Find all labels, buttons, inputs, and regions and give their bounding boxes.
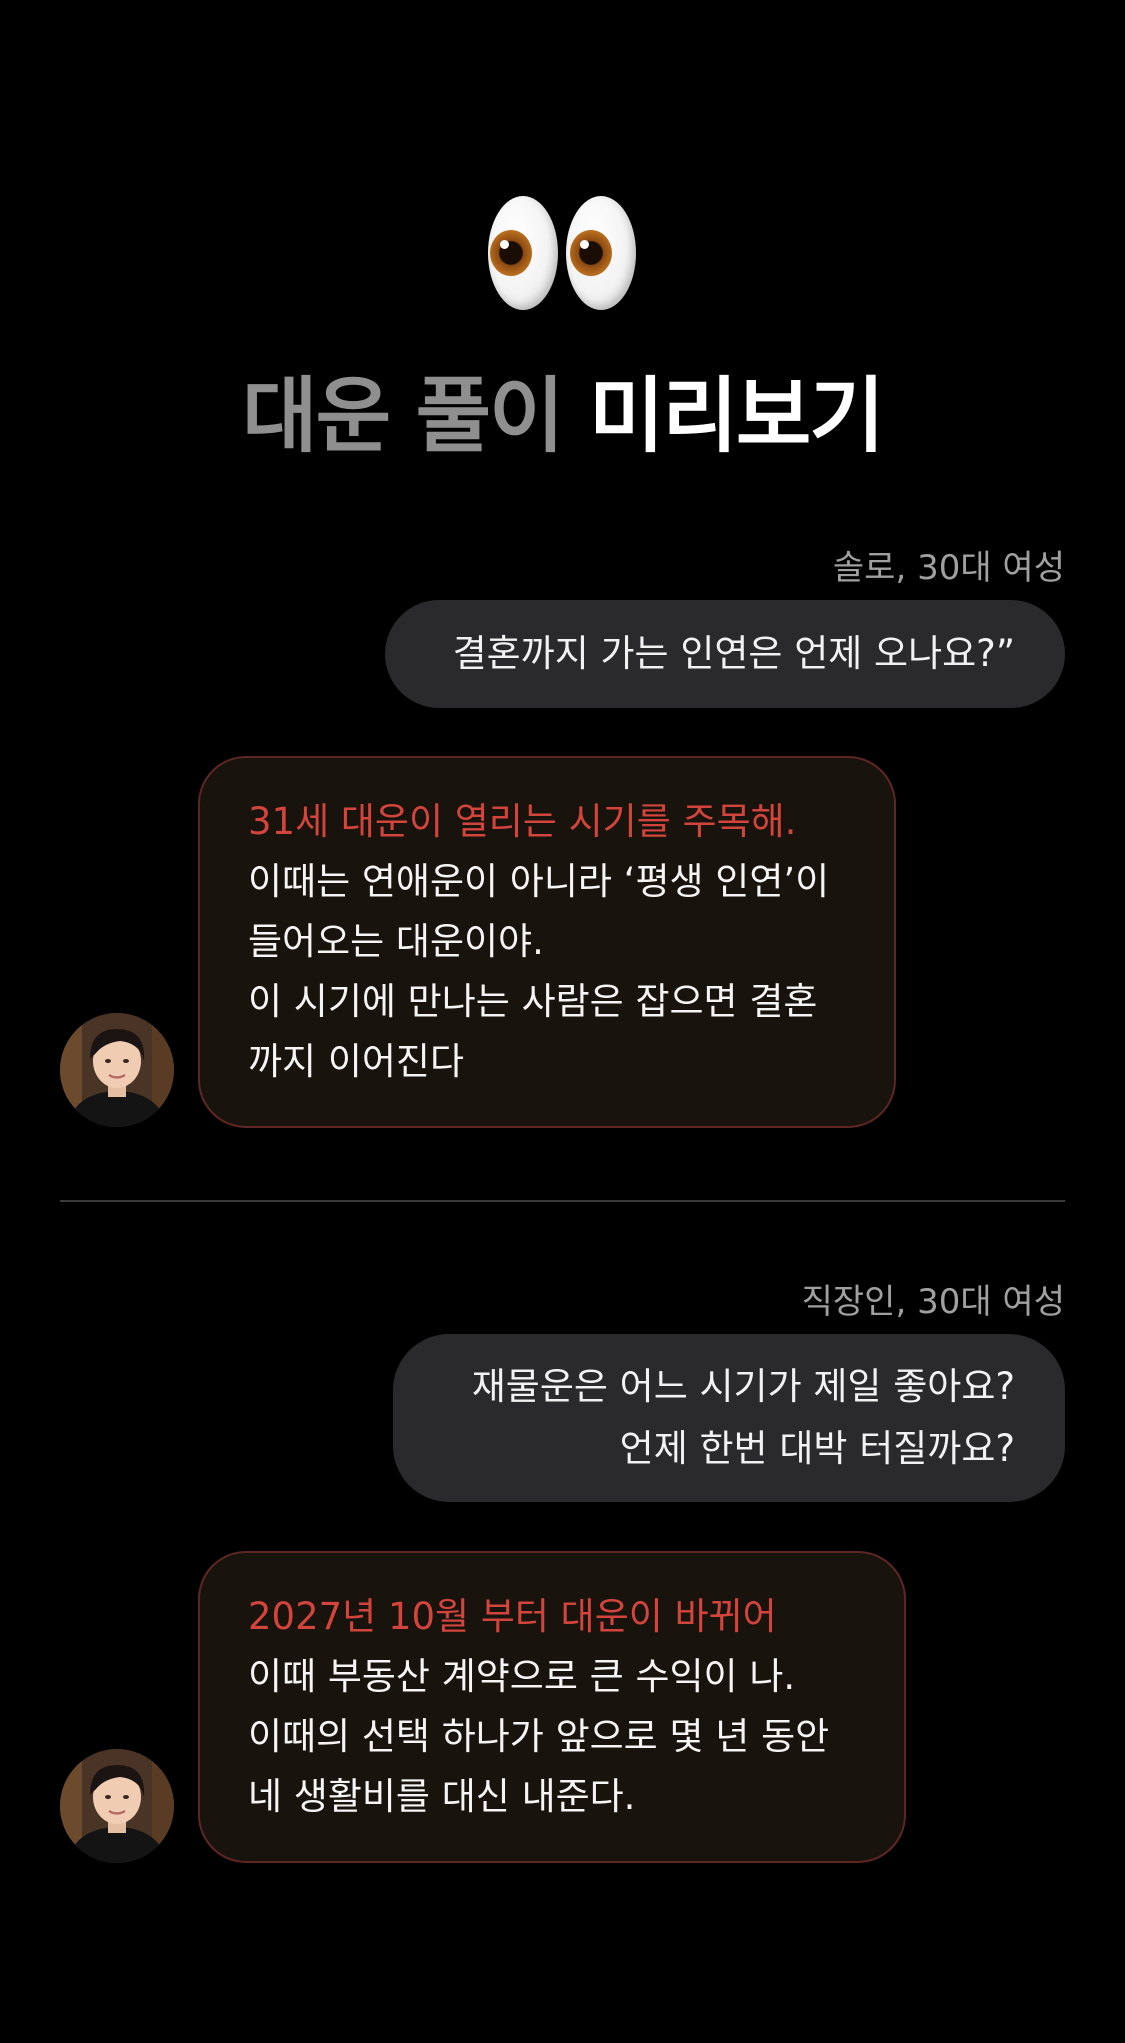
eyes-emoji-icon: [488, 196, 638, 312]
avatar-portrait-icon: [60, 1013, 174, 1127]
question-line: 언제 한번 대박 터질까요?: [619, 1427, 1015, 1470]
question-bubble: 재물운은 어느 시기가 제일 좋아요? 언제 한번 대박 터질까요?: [393, 1334, 1065, 1502]
answer-bubble: 2027년 10월 부터 대운이 바뀌어 이때 부동산 계약으로 큰 수익이 나…: [198, 1551, 906, 1863]
user-tag: 솔로, 30대 여성: [832, 548, 1065, 588]
page-title: 대운 풀이 미리보기: [0, 362, 1125, 472]
answer-line: 이 시기에 만나는 사람은 잡으면 결혼: [248, 980, 818, 1023]
answer-line: 까지 이어진다: [248, 1040, 465, 1083]
right-eye-icon: [566, 196, 636, 310]
answer-highlight: 31세 대운이 열리는 시기를 주목해.: [248, 800, 797, 843]
user-tag: 직장인, 30대 여성: [801, 1282, 1065, 1322]
section-divider: [60, 1200, 1065, 1202]
left-eye-icon: [488, 196, 558, 310]
avatar-portrait-icon: [60, 1749, 174, 1863]
answer-bubble: 31세 대운이 열리는 시기를 주목해. 이때는 연애운이 아니라 ‘평생 인연…: [198, 756, 896, 1128]
question-bubble: 결혼까지 가는 인연은 언제 오나요?”: [385, 600, 1065, 708]
question-line: 결혼까지 가는 인연은 언제 오나요?”: [452, 632, 1015, 675]
answer-line: 이때 부동산 계약으로 큰 수익이 나.: [248, 1655, 796, 1698]
avatar: [60, 1749, 174, 1863]
answer-line: 네 생활비를 대신 내준다.: [248, 1775, 636, 1818]
avatar: [60, 1013, 174, 1127]
answer-highlight: 2027년 10월 부터 대운이 바뀌어: [248, 1595, 777, 1638]
title-bright-part: 미리보기: [589, 369, 885, 464]
answer-line: 들어오는 대운이야.: [248, 920, 544, 963]
answer-line: 이때의 선택 하나가 앞으로 몇 년 동안: [248, 1715, 830, 1758]
question-line: 재물운은 어느 시기가 제일 좋아요?: [471, 1365, 1015, 1408]
title-muted-part: 대운 풀이: [242, 369, 564, 464]
answer-line: 이때는 연애운이 아니라 ‘평생 인연’이: [248, 860, 830, 903]
